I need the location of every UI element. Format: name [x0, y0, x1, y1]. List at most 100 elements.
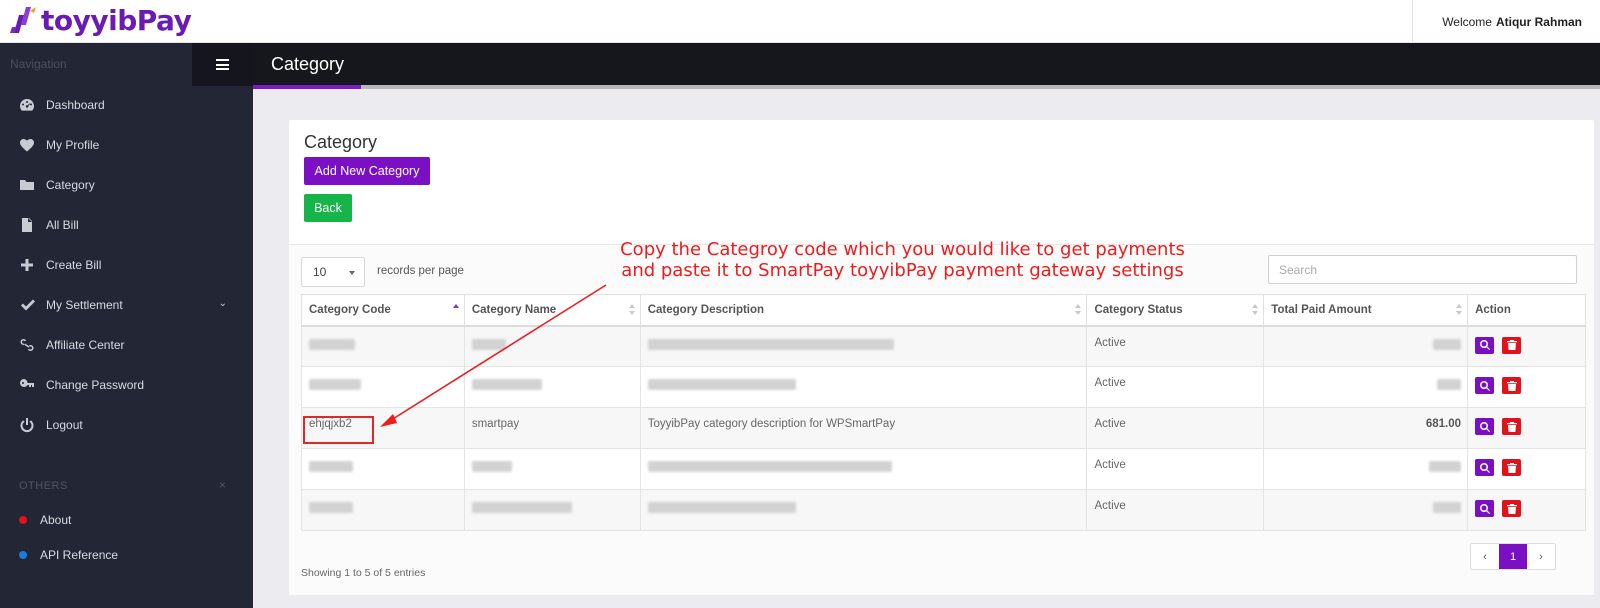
file-icon [0, 217, 46, 233]
sort-icon [1252, 304, 1259, 316]
sidebar-item-label: Affiliate Center [46, 338, 125, 352]
category-description-cell [639, 366, 1088, 408]
category-description-cell [639, 325, 1088, 367]
dashboard-icon [0, 97, 46, 113]
sidebar-item-dashboard[interactable]: Dashboard [0, 85, 253, 125]
redacted-text [471, 502, 572, 513]
column-header-category-code[interactable]: Category Code [301, 294, 465, 327]
instruction-annotation: Copy the Categroy code which you would l… [600, 239, 1205, 281]
chevron-down-icon[interactable]: ⌄ [219, 298, 227, 309]
column-header-category-description[interactable]: Category Description [639, 294, 1088, 327]
user-menu[interactable]: Welcome Atiqur Rahman [1412, 0, 1600, 43]
delete-button[interactable] [1502, 459, 1522, 476]
search-icon [1479, 340, 1490, 350]
redacted-text [647, 461, 892, 472]
nav-title: Navigation [10, 57, 67, 71]
annotation-line-2: and paste it to SmartPay toyyibPay payme… [621, 260, 1184, 281]
view-button[interactable] [1475, 418, 1495, 435]
prev-page-button[interactable]: ‹ [1471, 544, 1499, 569]
sidebar-item-api-reference[interactable]: API Reference [0, 540, 253, 570]
sidebar-item-category[interactable]: Category [0, 165, 253, 205]
sidebar-item-logout[interactable]: Logout [0, 405, 253, 445]
redacted-text [1433, 502, 1462, 513]
trash-icon [1506, 503, 1517, 514]
table-row: Active [301, 489, 1586, 531]
category-name-cell [463, 366, 641, 408]
redacted-text [309, 338, 355, 350]
table-row: Active [301, 366, 1586, 408]
sort-icon [628, 304, 635, 316]
delete-button[interactable] [1502, 377, 1522, 394]
action-cell [1467, 489, 1586, 531]
records-per-page-label: records per page [377, 265, 464, 277]
key-icon [0, 377, 46, 393]
delete-button[interactable] [1502, 500, 1522, 517]
delete-button[interactable] [1502, 336, 1522, 354]
top-bar: toyyibPay Welcome Atiqur Rahman [0, 0, 1600, 43]
sidebar-item-label: About [40, 513, 72, 527]
delete-button[interactable] [1502, 418, 1522, 435]
redacted-text [1429, 461, 1462, 472]
sidebar-item-label: My Profile [46, 138, 100, 152]
view-button[interactable] [1475, 336, 1495, 354]
sidebar-item-label: My Settlement [46, 298, 123, 312]
category-status-cell: Active [1086, 366, 1265, 408]
search-icon [1479, 421, 1490, 432]
table-info: Showing 1 to 5 of 5 entries [301, 567, 426, 579]
column-header-total-paid-amount[interactable]: Total Paid Amount [1263, 294, 1469, 327]
view-button[interactable] [1475, 500, 1495, 517]
hamburger-icon [216, 59, 229, 70]
sidebar-item-all-bill[interactable]: All Bill [0, 205, 253, 245]
add-new-category-button[interactable]: Add New Category [304, 157, 430, 185]
category-name-cell: smartpay [463, 407, 641, 449]
page-title: Category [271, 54, 345, 74]
sidebar-item-label: Dashboard [46, 98, 105, 112]
category-card: Category Add New Category Back 10 record… [289, 120, 1594, 595]
search-icon [1479, 462, 1490, 473]
next-page-button[interactable]: › [1527, 544, 1555, 569]
table-row: Active [301, 325, 1586, 367]
sidebar-item-label: Logout [46, 418, 83, 432]
page-header: Category [253, 43, 1600, 85]
view-button[interactable] [1475, 377, 1495, 394]
category-name-cell [463, 325, 641, 367]
trash-icon [1506, 340, 1517, 350]
column-header-category-status[interactable]: Category Status [1086, 294, 1265, 327]
sidebar-item-my-profile[interactable]: My Profile [0, 125, 253, 165]
table-row: Active [301, 448, 1586, 490]
total-paid-amount-cell [1263, 366, 1469, 408]
total-paid-amount-cell [1263, 448, 1469, 490]
view-button[interactable] [1475, 459, 1495, 476]
total-paid-amount-cell [1263, 489, 1469, 531]
page-1-button[interactable]: 1 [1499, 544, 1527, 569]
category-code-cell [301, 448, 465, 490]
sidebar: Navigation Dashboard My Profile Category… [0, 43, 253, 608]
redacted-text [309, 502, 353, 513]
logo[interactable]: toyyibPay [10, 2, 192, 38]
action-cell [1467, 325, 1586, 367]
redacted-text [647, 502, 796, 513]
close-icon[interactable]: × [219, 478, 226, 492]
sort-asc-icon [452, 304, 459, 316]
column-header-category-name[interactable]: Category Name [463, 294, 641, 327]
sidebar-item-about[interactable]: About [0, 505, 253, 535]
records-per-page-select[interactable]: 10 [301, 257, 365, 287]
category-code-cell [301, 489, 465, 531]
search-input[interactable] [1268, 255, 1577, 284]
category-description-cell [639, 448, 1088, 490]
category-table: Category Code Category Name Category Des… [301, 294, 1586, 531]
sidebar-item-change-password[interactable]: Change Password [0, 365, 253, 405]
folder-icon [0, 177, 46, 193]
sidebar-header: Navigation [0, 43, 253, 86]
trash-icon [1506, 380, 1517, 391]
sidebar-item-affiliate-center[interactable]: Affiliate Center [0, 325, 253, 365]
category-code-cell [301, 325, 465, 367]
sidebar-item-create-bill[interactable]: Create Bill [0, 245, 253, 285]
action-cell [1467, 407, 1586, 449]
red-dot-icon [19, 516, 27, 524]
sidebar-item-my-settlement[interactable]: My Settlement ⌄ [0, 285, 253, 325]
annotation-line-1: Copy the Categroy code which you would l… [620, 239, 1185, 260]
menu-toggle-button[interactable] [192, 43, 253, 86]
back-button[interactable]: Back [304, 194, 352, 222]
heart-icon [0, 137, 46, 153]
